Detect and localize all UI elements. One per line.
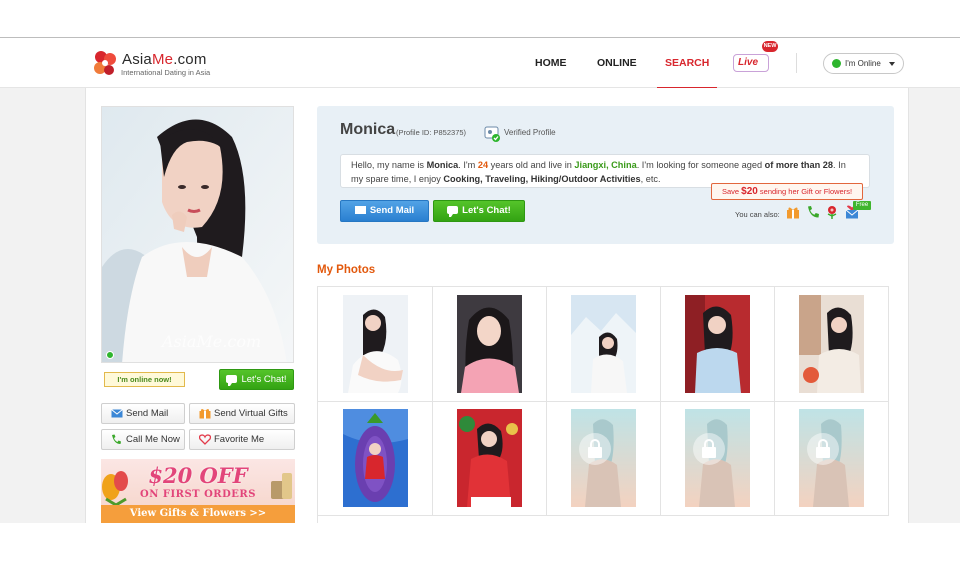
send-gifts-button[interactable]: Send Virtual Gifts [189, 403, 295, 424]
logo-text: AsiaMe.com [122, 51, 207, 68]
chevron-down-icon [889, 62, 895, 66]
photo-thumbnail [457, 409, 522, 507]
photo-cell-locked[interactable] [660, 401, 775, 516]
page: AsiaMe.com International Dating in Asia … [0, 0, 960, 561]
call-me-label: Call Me Now [126, 434, 180, 445]
online-status-select[interactable]: I'm Online [823, 53, 904, 74]
online-now-tag: I'm online now! [104, 372, 185, 387]
photo-cell[interactable] [774, 287, 889, 402]
photo-cell-locked[interactable] [774, 401, 889, 516]
header-divider [796, 53, 797, 73]
photo-thumbnail [457, 295, 522, 393]
status-label: I'm Online [845, 59, 881, 68]
nav-online[interactable]: ONLINE [597, 38, 637, 88]
promo-cta[interactable]: View Gifts & Flowers >> [101, 505, 295, 523]
photo-cell[interactable] [432, 401, 547, 516]
my-photos-title: My Photos [317, 264, 376, 276]
photo-cell-locked[interactable] [546, 401, 661, 516]
lets-chat-main-button[interactable]: Let's Chat! [433, 200, 525, 222]
send-mail-label: Send Mail [126, 408, 169, 419]
nav-search[interactable]: SEARCH [656, 38, 718, 89]
new-badge: NEW [762, 41, 778, 52]
promo-subtitle: ON FIRST ORDERS [140, 489, 256, 500]
phone-icon[interactable] [806, 205, 820, 219]
photo-thumbnail [799, 295, 864, 393]
verified-icon [484, 126, 500, 142]
free-badge: Free [853, 201, 871, 210]
heart-icon [199, 434, 211, 445]
photo-thumbnail [571, 295, 636, 393]
live-button[interactable]: Live [733, 54, 769, 72]
profile-id: (Profile ID: P852375) [396, 128, 467, 137]
photo-cell[interactable] [546, 287, 661, 402]
online-indicator [106, 351, 114, 359]
asiame-logo[interactable]: AsiaMe.com International Dating in Asia [92, 49, 212, 79]
photo-thumbnail [685, 295, 750, 393]
online-status-dot [832, 59, 841, 68]
flower-icon[interactable] [825, 205, 839, 219]
call-me-button[interactable]: Call Me Now [101, 429, 185, 450]
save-promo-tip: Save $20 sending her Gift or Flowers! [711, 183, 863, 200]
gift-icon[interactable] [786, 205, 800, 219]
top-header: AsiaMe.com International Dating in Asia … [0, 37, 960, 89]
favorite-me-label: Favorite Me [214, 434, 265, 445]
sidebar-chat-button[interactable]: Let's Chat! [219, 369, 294, 390]
photo-cell[interactable] [660, 287, 775, 402]
send-mail-button[interactable]: Send Mail [101, 403, 185, 424]
photo-cell[interactable] [318, 287, 433, 402]
send-mail-main-button[interactable]: Send Mail [340, 200, 429, 222]
phone-icon [112, 434, 121, 444]
gift-icon [199, 409, 211, 419]
send-gifts-label: Send Virtual Gifts [214, 408, 288, 419]
photo-cell[interactable] [432, 287, 547, 402]
verified-label: Verified Profile [504, 128, 556, 137]
nav-home[interactable]: HOME [535, 38, 567, 88]
live-label: Live [738, 57, 759, 68]
favorite-me-button[interactable]: Favorite Me [189, 429, 295, 450]
mail-icon [111, 409, 123, 418]
photo-cell[interactable] [318, 401, 433, 516]
chat-icon [447, 206, 459, 217]
lets-chat-main-label: Let's Chat! [462, 205, 511, 216]
lock-icon [807, 433, 839, 465]
promo-title: $20 OFF [148, 463, 248, 488]
mail-icon [354, 206, 366, 214]
lock-icon [693, 433, 725, 465]
logo-tagline: International Dating in Asia [121, 68, 211, 77]
sidebar-chat-label: Let's Chat! [241, 374, 287, 385]
photo-thumbnail [343, 409, 408, 507]
profile-photo-image: AsiaMe.com [102, 107, 293, 362]
send-mail-main-label: Send Mail [369, 205, 415, 216]
chat-icon [226, 375, 238, 386]
verified-badge: Verified Profile [484, 126, 556, 142]
profile-name: Monica [340, 121, 396, 138]
main-profile-photo[interactable]: AsiaMe.com [101, 106, 294, 363]
you-can-also-label: You can also: [735, 210, 780, 219]
photo-thumbnail [343, 295, 408, 393]
photo-watermark: AsiaMe.com [160, 332, 261, 351]
photo-grid [317, 286, 889, 523]
logo-mark-icon [94, 51, 116, 75]
promo-banner[interactable]: $20 OFF ON FIRST ORDERS View Gifts & Flo… [101, 459, 295, 523]
lock-icon [579, 433, 611, 465]
